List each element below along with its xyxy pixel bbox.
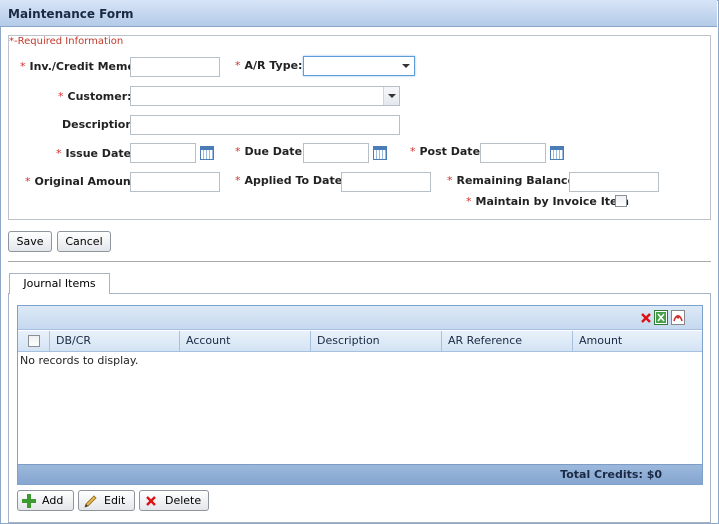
due-date-label-text: Due Date:: [244, 145, 307, 158]
cancel-button[interactable]: Cancel: [57, 231, 111, 252]
edit-button[interactable]: Edit: [78, 490, 135, 511]
required-marker: *: [447, 174, 453, 187]
pdf-export-icon[interactable]: [671, 310, 685, 325]
calendar-icon[interactable]: [373, 146, 387, 160]
remaining-balance-input[interactable]: [569, 172, 659, 192]
excel-export-icon[interactable]: [654, 310, 668, 325]
customer-label: * Customer:: [58, 90, 132, 103]
issue-date-label-text: Issue Date:: [65, 147, 136, 160]
required-marker: *: [235, 174, 241, 187]
issue-date-input[interactable]: [130, 143, 196, 163]
chevron-down-icon[interactable]: [383, 87, 399, 105]
original-amount-label-text: Original Amount:: [34, 175, 141, 188]
journal-items-grid: DB/CR Account Description AR Reference A…: [17, 305, 703, 485]
post-date-input[interactable]: [480, 143, 546, 163]
ar-type-label: * A/R Type:: [235, 59, 302, 72]
select-all-checkbox[interactable]: [28, 335, 40, 347]
description-input[interactable]: [130, 115, 400, 135]
required-marker: *: [20, 60, 26, 73]
ar-type-dropdown[interactable]: [303, 56, 415, 76]
calendar-icon[interactable]: [550, 146, 564, 160]
delete-button[interactable]: Delete: [139, 490, 209, 511]
post-date-label: * Post Date:: [410, 145, 484, 158]
tab-journal-items[interactable]: Journal Items: [9, 273, 110, 294]
maintain-by-invoice-item-label-text: Maintain by Invoice Item: [475, 195, 629, 208]
add-button-label: Add: [42, 494, 64, 507]
inv-credit-memo-input[interactable]: [130, 57, 220, 77]
applied-to-date-label: * Applied To Date:: [235, 174, 347, 187]
applied-to-date-label-text: Applied To Date:: [244, 174, 347, 187]
due-date-input[interactable]: [303, 143, 369, 163]
form-title: Maintenance Form: [0, 0, 717, 27]
edit-button-label: Edit: [104, 494, 126, 507]
maintain-by-invoice-item-checkbox[interactable]: [615, 195, 627, 207]
required-marker: *: [410, 145, 416, 158]
required-marker: *: [56, 147, 62, 160]
column-header-dbcr[interactable]: DB/CR: [50, 331, 180, 352]
delete-x-icon[interactable]: [640, 312, 652, 324]
grid-footer-total-credits: Total Credits: $0: [18, 464, 702, 484]
delete-button-label: Delete: [165, 494, 202, 507]
inv-credit-memo-label-text: Inv./Credit Memo:: [29, 60, 140, 73]
plus-icon: [22, 494, 36, 508]
issue-date-label: * Issue Date:: [56, 147, 135, 160]
customer-label-text: Customer:: [67, 90, 132, 103]
grid-toolbar: [18, 306, 702, 330]
column-header-amount[interactable]: Amount: [573, 331, 702, 352]
required-information-note: *-Required Information: [9, 36, 124, 47]
column-header-description[interactable]: Description: [311, 331, 442, 352]
no-records-message: No records to display.: [20, 354, 139, 367]
applied-to-date-input[interactable]: [341, 172, 431, 192]
original-amount-label: * Original Amount:: [25, 175, 140, 188]
post-date-label-text: Post Date:: [419, 145, 485, 158]
inv-credit-memo-label: * Inv./Credit Memo:: [20, 60, 139, 73]
required-marker: *: [235, 145, 241, 158]
column-header-ar-reference[interactable]: AR Reference: [442, 331, 573, 352]
description-label: Description:: [62, 118, 138, 131]
required-marker: *: [58, 90, 64, 103]
required-marker: *: [235, 59, 241, 72]
original-amount-input[interactable]: [130, 172, 220, 192]
remaining-balance-label: * Remaining Balance:: [447, 174, 579, 187]
due-date-label: * Due Date:: [235, 145, 306, 158]
calendar-icon[interactable]: [200, 146, 214, 160]
delete-x-icon: [146, 496, 156, 506]
required-marker: *: [25, 175, 31, 188]
required-marker: *: [466, 195, 472, 208]
customer-dropdown[interactable]: [130, 86, 400, 106]
maintain-by-invoice-item-label: * Maintain by Invoice Item: [466, 195, 629, 208]
remaining-balance-label-text: Remaining Balance:: [456, 174, 580, 187]
column-header-account[interactable]: Account: [180, 331, 311, 352]
ar-type-label-text: A/R Type:: [244, 59, 303, 72]
save-button[interactable]: Save: [8, 231, 52, 252]
section-divider: [8, 261, 711, 262]
tabstrip-line: [8, 293, 711, 294]
chevron-down-icon[interactable]: [398, 57, 414, 75]
pencil-icon: [84, 495, 97, 508]
select-all-header: [18, 331, 50, 352]
add-button[interactable]: Add: [17, 490, 74, 511]
